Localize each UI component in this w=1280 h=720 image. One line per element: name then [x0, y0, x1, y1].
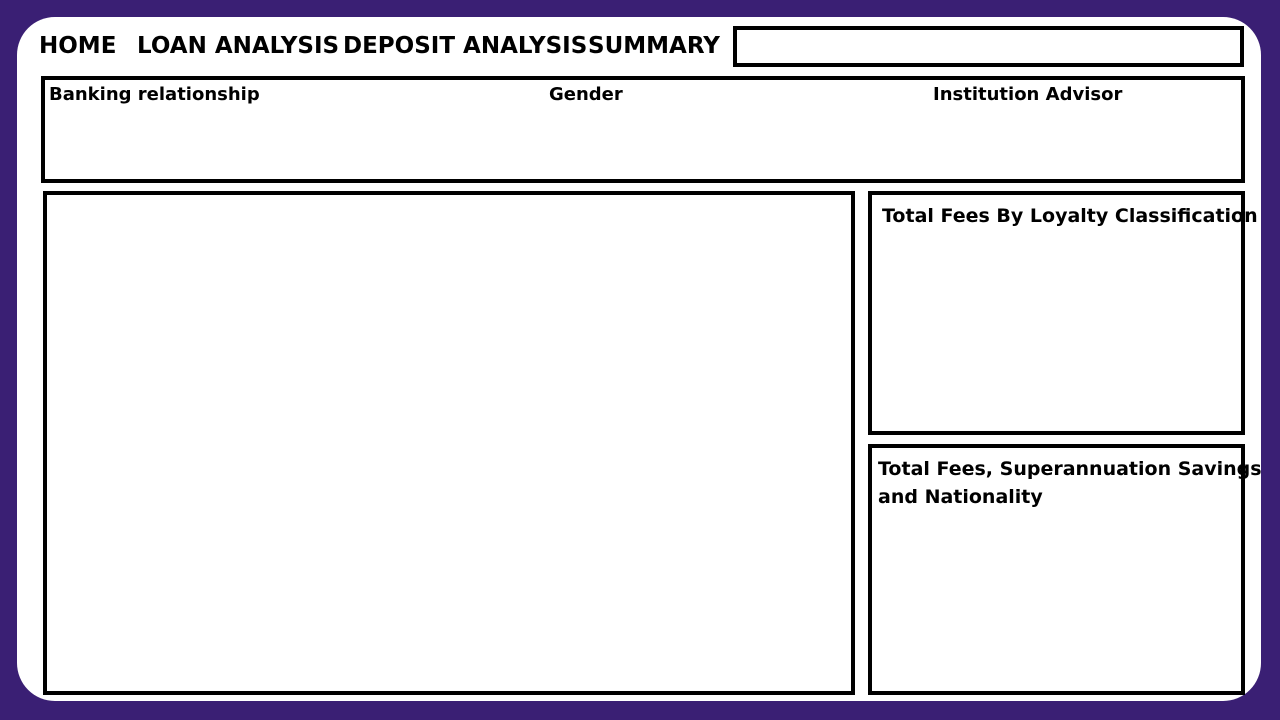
superannuation-fees-title-line1: Total Fees, Superannuation Savings [878, 458, 1262, 480]
nav-home[interactable]: HOME [39, 31, 116, 61]
filter-gender[interactable]: Gender [549, 84, 623, 106]
superannuation-fees-title-line2: and Nationality [878, 486, 1043, 508]
main-visual-panel [43, 191, 855, 695]
nav-summary[interactable]: SUMMARY [588, 31, 720, 61]
loyalty-fees-title: Total Fees By Loyalty Classification [882, 205, 1258, 227]
header-card-box [733, 26, 1244, 67]
nav-loan-analysis[interactable]: LOAN ANALYSIS [137, 31, 339, 61]
filter-banking-relationship[interactable]: Banking relationship [49, 84, 260, 106]
nav-deposit-analysis[interactable]: DEPOSIT ANALYSIS [343, 31, 587, 61]
filter-institution-advisor[interactable]: Institution Advisor [933, 84, 1122, 106]
